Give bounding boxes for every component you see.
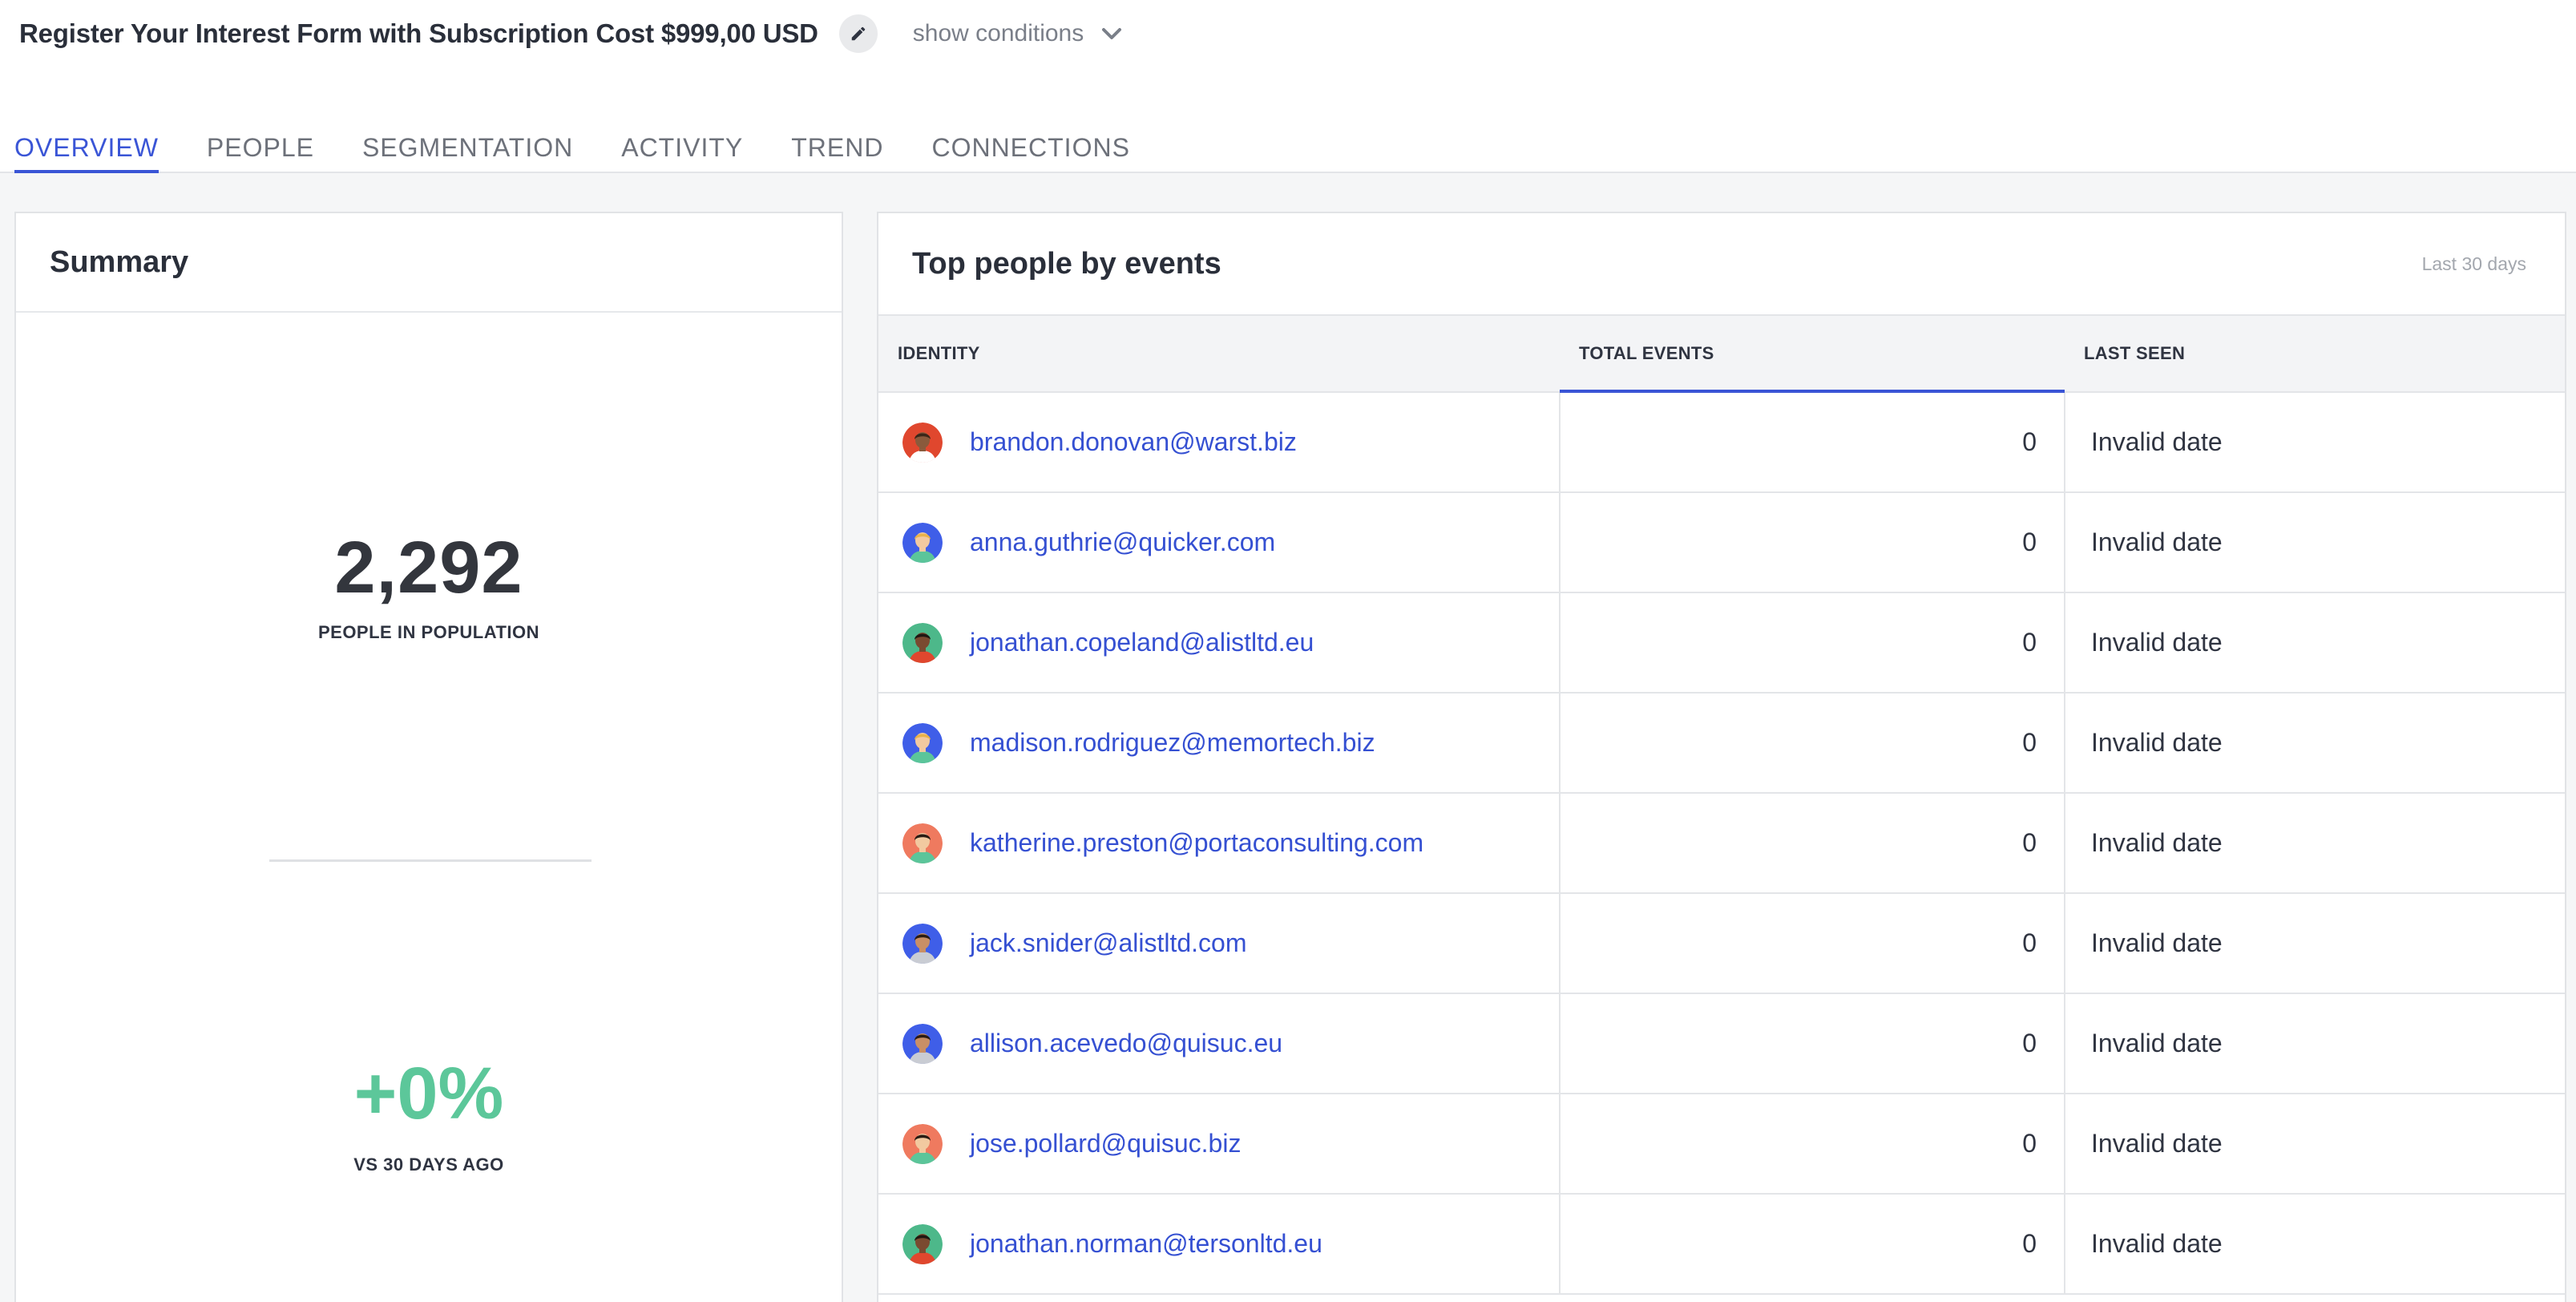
- pencil-icon: [851, 26, 866, 41]
- tab-connections[interactable]: CONNECTIONS: [931, 133, 1129, 173]
- top-bar: Register Your Interest Form with Subscri…: [0, 0, 2576, 173]
- identity-cell: jonathan.norman@tersonltd.eu: [878, 1194, 1560, 1294]
- avatar-icon: [902, 1023, 943, 1064]
- column-header-identity[interactable]: IDENTITY: [878, 314, 1560, 393]
- tab-overview[interactable]: OVERVIEW: [14, 133, 159, 173]
- avatar-icon: [902, 622, 943, 663]
- total-events-cell: 0: [1559, 592, 2065, 693]
- column-header-last-seen[interactable]: LAST SEEN: [2065, 314, 2565, 393]
- last-seen-cell: Invalid date: [2091, 1229, 2223, 1258]
- table-row[interactable]: anna.guthrie@quicker.com 0 Invalid date: [878, 492, 2565, 592]
- summary-card: Summary 2,292 PEOPLE IN POPULATION +0% V…: [14, 212, 843, 1302]
- summary-divider: [269, 859, 592, 862]
- tab-bar: OVERVIEW PEOPLE SEGMENTATION ACTIVITY TR…: [14, 133, 1178, 173]
- avatar-icon: [902, 422, 943, 463]
- top-people-card: Top people by events Last 30 days IDENTI…: [877, 212, 2566, 1302]
- top-people-title: Top people by events: [912, 246, 1221, 281]
- last-seen-cell: Invalid date: [2091, 1029, 2223, 1057]
- identity-email-link[interactable]: jose.pollard@quisuc.biz: [970, 1129, 1241, 1158]
- population-count: 2,292: [334, 527, 523, 609]
- edit-title-button[interactable]: [838, 14, 878, 53]
- population-change: +0%: [353, 1053, 504, 1134]
- total-events-cell: 0: [1559, 492, 2065, 592]
- summary-header: Summary: [16, 213, 842, 313]
- table-header-row: IDENTITY TOTAL EVENTS LAST SEEN: [878, 314, 2565, 394]
- avatar-icon: [902, 722, 943, 763]
- avatar-icon: [902, 1223, 943, 1264]
- identity-email-link[interactable]: madison.rodriguez@memortech.biz: [970, 728, 1375, 758]
- identity-cell: madison.rodriguez@memortech.biz: [878, 693, 1560, 793]
- total-events-cell: 0: [1559, 1094, 2065, 1194]
- identity-email-link[interactable]: brandon.donovan@warst.biz: [970, 427, 1297, 457]
- avatar-icon: [902, 823, 943, 863]
- table-row[interactable]: jonathan.copeland@alistltd.eu 0 Invalid da…: [878, 592, 2565, 693]
- table-row[interactable]: jack.snider@alistltd.com 0 Invalid date: [878, 893, 2565, 993]
- identity-cell: jack.snider@alistltd.com: [878, 893, 1560, 993]
- identity-wrap: jonathan.norman@tersonltd.eu: [902, 1223, 1559, 1264]
- total-events-cell: 0: [1559, 392, 2065, 492]
- population-label: PEOPLE IN POPULATION: [317, 622, 540, 642]
- last-seen-cell: Invalid date: [2091, 528, 2223, 556]
- summary-title: Summary: [50, 245, 189, 279]
- identity-email-link[interactable]: jack.snider@alistltd.com: [970, 928, 1246, 958]
- identity-cell: jose.pollard@quisuc.biz: [878, 1094, 1560, 1194]
- last-seen-cell: Invalid date: [2091, 1129, 2223, 1158]
- title-row: Register Your Interest Form with Subscri…: [19, 14, 1122, 53]
- total-events-cell: 0: [1559, 893, 2065, 993]
- avatar-icon: [902, 1123, 943, 1164]
- identity-cell: allison.acevedo@quisuc.eu: [878, 993, 1560, 1094]
- chevron-down-icon: [1102, 28, 1122, 39]
- identity-email-link[interactable]: katherine.preston@portaconsulting.com: [970, 828, 1423, 858]
- total-events-cell: 0: [1559, 693, 2065, 793]
- identity-email-link[interactable]: anna.guthrie@quicker.com: [970, 528, 1275, 557]
- identity-wrap: katherine.preston@portaconsulting.com: [902, 823, 1559, 863]
- total-events-cell: 0: [1559, 1194, 2065, 1294]
- table-row[interactable]: jose.pollard@quisuc.biz 0 Invalid date: [878, 1094, 2565, 1194]
- tab-activity[interactable]: ACTIVITY: [621, 133, 743, 173]
- last-seen-cell: Invalid date: [2091, 427, 2223, 456]
- identity-wrap: brandon.donovan@warst.biz: [902, 422, 1559, 463]
- tab-segmentation[interactable]: SEGMENTATION: [362, 133, 573, 173]
- table-row[interactable]: jonathan.norman@tersonltd.eu 0 Invalid dat…: [878, 1194, 2565, 1294]
- identity-wrap: jose.pollard@quisuc.biz: [902, 1123, 1559, 1164]
- identity-wrap: jonathan.copeland@alistltd.eu: [902, 622, 1559, 663]
- identity-cell: katherine.preston@portaconsulting.com: [878, 793, 1560, 893]
- identity-wrap: jack.snider@alistltd.com: [902, 923, 1559, 964]
- total-events-cell: 0: [1559, 793, 2065, 893]
- top-people-header: Top people by events Last 30 days: [878, 213, 2565, 314]
- table-row[interactable]: allison.acevedo@quisuc.eu 0 Invalid date: [878, 993, 2565, 1094]
- column-header-total-events[interactable]: TOTAL EVENTS: [1560, 314, 2065, 394]
- table-row[interactable]: madison.rodriguez@memortech.biz 0 Invalid …: [878, 693, 2565, 793]
- total-events-cell: 0: [1559, 993, 2065, 1094]
- page-title: Register Your Interest Form with Subscri…: [19, 18, 818, 48]
- identity-cell: brandon.donovan@warst.biz: [878, 392, 1560, 492]
- identity-email-link[interactable]: jonathan.copeland@alistltd.eu: [970, 628, 1314, 657]
- show-conditions-toggle[interactable]: show conditions: [913, 20, 1122, 47]
- last-seen-cell: Invalid date: [2091, 628, 2223, 657]
- population-change-label: VS 30 DAYS AGO: [353, 1154, 504, 1175]
- identity-email-link[interactable]: jonathan.norman@tersonltd.eu: [970, 1229, 1322, 1259]
- identity-cell: jonathan.copeland@alistltd.eu: [878, 592, 1560, 693]
- table-row[interactable]: katherine.preston@portaconsulting.com 0 In…: [878, 793, 2565, 893]
- identity-cell: anna.guthrie@quicker.com: [878, 492, 1560, 592]
- table-row[interactable]: brandon.donovan@warst.biz 0 Invalid date: [878, 392, 2565, 492]
- last-seen-cell: Invalid date: [2091, 828, 2223, 857]
- tab-trend[interactable]: TREND: [791, 133, 883, 173]
- period-label: Last 30 days: [2421, 253, 2526, 274]
- top-people-table: IDENTITY TOTAL EVENTS LAST SEEN brandon.…: [878, 314, 2565, 1295]
- show-conditions-label: show conditions: [912, 20, 1084, 46]
- tab-people[interactable]: PEOPLE: [207, 133, 314, 173]
- last-seen-cell: Invalid date: [2091, 928, 2223, 957]
- last-seen-cell: Invalid date: [2091, 728, 2223, 757]
- identity-wrap: anna.guthrie@quicker.com: [902, 522, 1559, 563]
- avatar-icon: [902, 522, 943, 563]
- avatar-icon: [902, 923, 943, 964]
- identity-wrap: madison.rodriguez@memortech.biz: [902, 722, 1559, 763]
- identity-email-link[interactable]: allison.acevedo@quisuc.eu: [970, 1029, 1282, 1058]
- identity-wrap: allison.acevedo@quisuc.eu: [902, 1023, 1559, 1064]
